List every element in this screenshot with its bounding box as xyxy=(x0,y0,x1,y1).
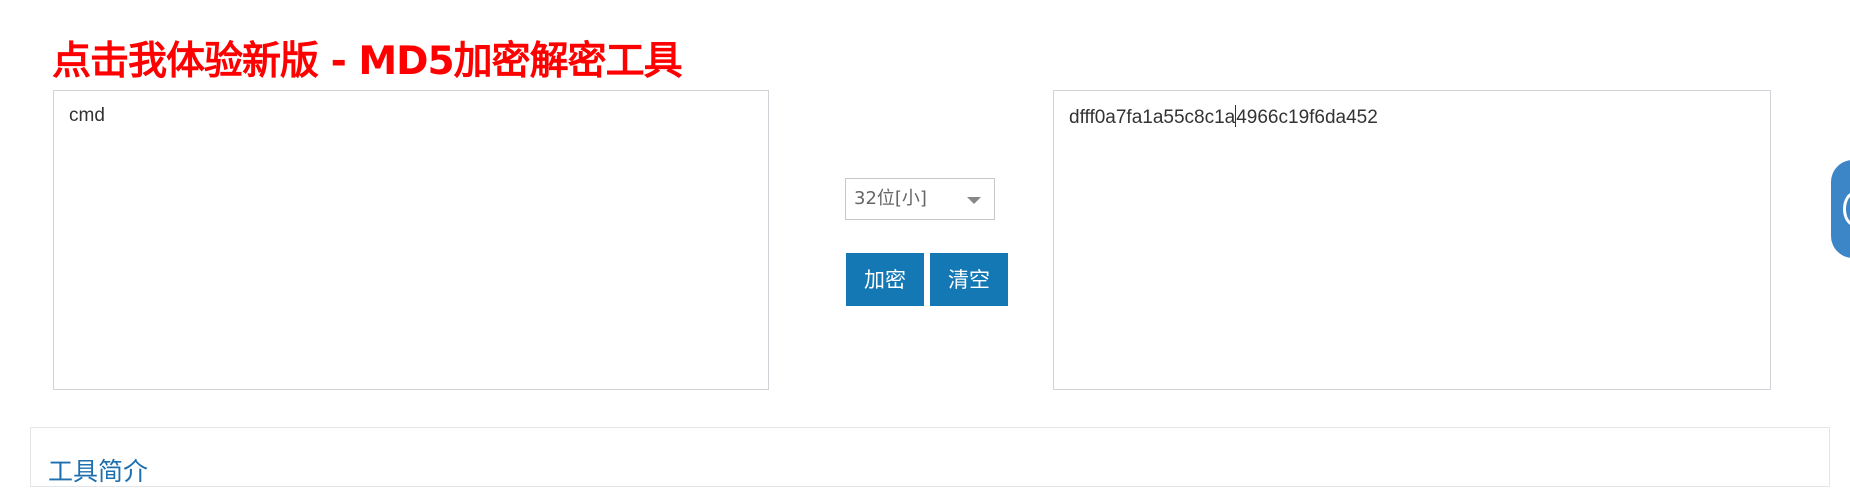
tool-intro-panel: 工具简介 xyxy=(30,427,1830,487)
plaintext-value: cmd xyxy=(69,105,105,126)
hash-length-select[interactable]: 32位[小] xyxy=(845,178,995,220)
chat-icon xyxy=(1843,192,1850,226)
hash-value-part-1: dfff0a7fa1a55c8c1a xyxy=(1069,107,1236,128)
hash-output[interactable]: dfff0a7fa1a55c8c1a4966c19f6da452 xyxy=(1053,90,1771,390)
chevron-down-icon xyxy=(967,197,981,204)
clear-button[interactable]: 清空 xyxy=(930,253,1008,306)
new-version-link[interactable]: 点击我体验新版 - MD5加密解密工具 xyxy=(52,36,683,88)
hash-length-selected-value: 32位[小] xyxy=(854,188,927,209)
floating-side-tab[interactable] xyxy=(1831,160,1850,258)
hash-value-part-2: 4966c19f6da452 xyxy=(1236,107,1378,128)
tool-intro-title: 工具简介 xyxy=(48,457,149,486)
plaintext-input[interactable]: cmd xyxy=(53,90,769,390)
encrypt-button[interactable]: 加密 xyxy=(846,253,924,306)
